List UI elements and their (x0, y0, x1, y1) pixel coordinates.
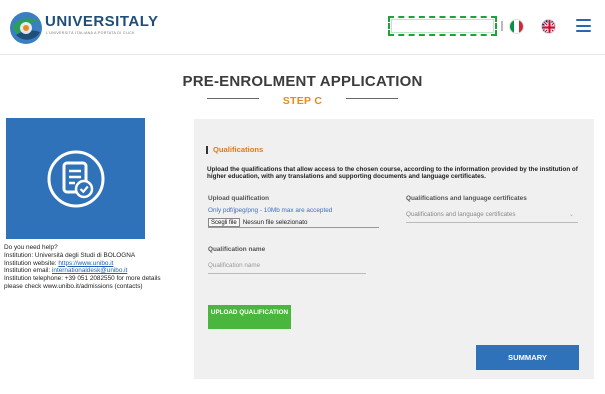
file-status: Nessun file selezionato (242, 218, 308, 226)
section-description: Upload the qualifications that allow acc… (207, 166, 578, 181)
universitaly-globe-logo-icon[interactable] (8, 10, 44, 46)
qualification-name-input[interactable]: Qualification name (208, 262, 366, 274)
certificates-select-placeholder: Qualifications and language certificates (406, 211, 516, 218)
certificate-check-icon (47, 150, 105, 208)
certificates-label: Qualifications and language certificates (406, 195, 527, 202)
help-contact-info: Do you need help? Institution: Universit… (4, 244, 169, 291)
file-upload-field: Scegli file Nessun file selezionato (208, 217, 379, 228)
choose-file-button[interactable]: Scegli file (208, 217, 240, 227)
help-phone: Institution telephone: +39 051 2082550 f… (4, 275, 169, 291)
step-divider-left (207, 98, 259, 99)
institution-website-link[interactable]: https://www.unibo.it (58, 260, 113, 267)
certificates-select[interactable]: Qualifications and language certificates… (406, 211, 578, 223)
step-indicator: STEP C (0, 91, 605, 107)
email-label: Institution email: (4, 267, 51, 275)
section-title: Qualifications (206, 146, 263, 154)
header-divider (501, 21, 503, 31)
qualifications-form-card: Qualifications Upload the qualifications… (194, 119, 594, 379)
institution-email-link[interactable]: internationaldesk@unibo.it (52, 267, 127, 274)
page-title: PRE-ENROLMENT APPLICATION (182, 73, 423, 90)
site-header: UNIVERSITALY L'UNIVERSITÀ ITALIANA A POR… (0, 0, 605, 55)
logo-wordmark[interactable]: UNIVERSITALY (45, 13, 159, 30)
phone-label: Institution telephone: (4, 275, 63, 283)
institution-label: Institution: (4, 251, 34, 259)
italian-flag-icon[interactable] (509, 19, 524, 34)
help-website: Institution website: https://www.unibo.i… (4, 260, 169, 268)
summary-button[interactable]: SUMMARY (476, 345, 579, 370)
uk-flag-icon[interactable] (541, 19, 556, 34)
step-divider-right (346, 98, 398, 99)
qualification-name-label: Qualification name (208, 246, 266, 253)
upload-qualification-button[interactable]: UPLOAD QUALIFICATION (208, 305, 291, 329)
search-input[interactable] (388, 16, 497, 36)
upload-hint: Only pdf/jpeg/png - 10Mb max are accepte… (208, 207, 333, 214)
upload-qualification-label: Upload qualification (208, 195, 270, 202)
help-email: Institution email: internationaldesk@uni… (4, 267, 169, 275)
help-institution: Institution: Università degli Studi di B… (4, 252, 169, 260)
help-question: Do you need help? (4, 244, 58, 251)
chevron-down-icon: ⌄ (568, 212, 574, 218)
qualification-illustration (6, 118, 145, 239)
logo-tagline: L'UNIVERSITÀ ITALIANA A PORTATA DI CLICK (46, 31, 135, 35)
step-label: STEP C (282, 95, 323, 107)
hamburger-menu-icon[interactable] (576, 19, 591, 32)
website-label: Institution website: (4, 259, 57, 267)
institution-name: Università degli Studi di BOLOGNA (34, 251, 136, 259)
